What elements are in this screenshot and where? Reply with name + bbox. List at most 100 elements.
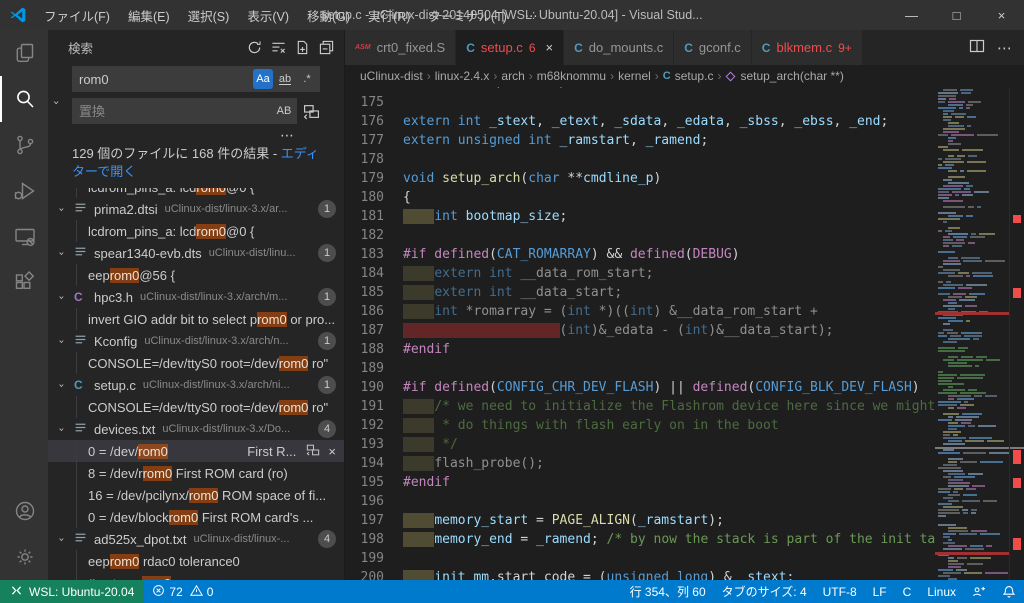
search-match-row[interactable]: # cat eeprom0 [48,572,344,580]
minimize-button[interactable]: — [889,0,934,30]
window-controls: — □ × [889,0,1024,30]
match-highlight: rom0 [189,488,219,503]
chevron-down-icon[interactable]: › [58,204,74,215]
whole-word-toggle[interactable]: ab [275,69,295,89]
activity-settings-icon[interactable] [0,534,48,580]
breadcrumb-item[interactable]: linux-2.4.x [435,69,490,83]
breadcrumb-item[interactable]: setup_arch(char **) [725,69,843,83]
clear-search-results-icon[interactable] [271,40,286,55]
close-button[interactable]: × [979,0,1024,30]
regex-toggle[interactable]: .* [297,69,317,89]
code-line-text: flash_probe(); [403,454,935,473]
code-line-text: (int)&_edata - (int)&__data_start); [403,321,935,340]
search-match-row[interactable]: lcdrom_pins_a: lcdrom0@0 { [48,220,344,242]
refresh-icon[interactable] [247,40,262,55]
menu-v[interactable]: 表示(V) [238,0,298,30]
search-match-row[interactable]: 8 = /dev/rrom0 First ROM card (ro) [48,462,344,484]
status-language-mode[interactable]: C [895,585,920,599]
activity-remote-explorer-icon[interactable] [0,214,48,260]
file-icon [74,421,94,437]
match-case-toggle[interactable]: Aa [253,69,273,89]
replace-match-icon[interactable] [306,443,320,460]
search-match-row[interactable]: CONSOLE=/dev/ttyS0 root=/dev/rom0 ro" [48,352,344,374]
minimap[interactable] [935,87,1009,580]
tab-blkmem-c[interactable]: Cblkmem.c9+ [752,30,863,65]
remote-indicator[interactable]: WSL: Ubuntu-20.04 [0,580,144,603]
breadcrumb-item[interactable]: kernel [618,69,651,83]
chevron-down-icon[interactable]: › [58,248,74,259]
status-eol[interactable]: LF [865,585,895,599]
status-encoding[interactable]: UTF-8 [815,585,865,599]
breadcrumb-item[interactable]: Csetup.c [663,69,714,83]
activity-explorer-icon[interactable] [0,30,48,76]
open-new-search-editor-icon[interactable] [295,40,310,55]
search-result-file-row[interactable]: ›Csetup.cuClinux-dist/linux-3.x/arch/ni.… [48,374,344,396]
search-result-file-row[interactable]: ›devices.txtuClinux-dist/linux-3.x/Do...… [48,418,344,440]
search-match-row[interactable]: 0 = /dev/blockrom0 First ROM card's ... [48,506,344,528]
replace-all-button[interactable] [303,103,320,120]
menu-e[interactable]: 編集(E) [119,0,179,30]
breadcrumb-separator: › [427,69,431,83]
chevron-down-icon[interactable]: › [58,534,74,545]
feedback-icon[interactable] [964,585,994,599]
activity-search-icon[interactable] [0,76,48,122]
search-match-row[interactable]: eeprom0@56 { [48,264,344,286]
breadcrumb-item[interactable]: uClinux-dist [360,69,423,83]
breadcrumb-item[interactable]: arch [501,69,524,83]
minimap-cursor-line [935,447,1009,449]
tab-setup-c[interactable]: Csetup.c6× [456,30,564,65]
ruler-cursor-line [1010,447,1024,449]
maximize-button[interactable]: □ [934,0,979,30]
activity-extensions-icon[interactable] [0,260,48,306]
code-editor[interactable]: 174 /* ... */175176extern int _stext, _e… [345,87,935,580]
search-match-row[interactable]: CONSOLE=/dev/ttyS0 root=/dev/rom0 ro" [48,396,344,418]
dismiss-match-icon[interactable]: × [328,444,336,459]
code-line-text: extern int __data_start; [403,283,935,302]
code-line-text: memory_start = PAGE_ALIGN(_ramstart); [403,511,935,530]
chevron-down-icon[interactable]: › [58,292,74,303]
search-result-file-row[interactable]: ›ad525x_dpot.txtuClinux-dist/linux-...4 [48,528,344,550]
status-line-col[interactable]: 行 354、列 60 [622,583,714,600]
notifications-bell-icon[interactable] [994,585,1024,599]
status-tab-size[interactable]: タブのサイズ: 4 [714,583,815,600]
status-remote-os[interactable]: Linux [919,585,964,599]
split-editor-icon[interactable] [969,38,985,57]
search-result-file-row[interactable]: ›KconfiguClinux-dist/linux-3.x/arch/n...… [48,330,344,352]
chevron-down-icon[interactable]: › [58,380,74,391]
search-match-row[interactable]: 0 = /dev/rom0First R...× [48,440,344,462]
tab-gconf-c[interactable]: Cgconf.c [674,30,752,65]
search-match-row[interactable]: 16 = /dev/pcilynx/rom0 ROM space of fi..… [48,484,344,506]
tab-do_mounts-c[interactable]: Cdo_mounts.c [564,30,674,65]
search-input-box[interactable]: Aa ab .* [72,66,320,92]
chevron-down-icon[interactable]: › [58,336,74,347]
search-match-row[interactable]: lcdrom_pins_a: lcdrom0@0 { [48,188,344,198]
more-actions-icon[interactable]: ⋯ [997,39,1012,57]
match-highlight: rom0 [110,268,140,283]
search-match-row[interactable]: invert GIO addr bit to select prom0 or p… [48,308,344,330]
replace-input[interactable] [79,104,272,119]
match-text: 0 = /dev/rom0 [88,444,168,459]
replace-input-box[interactable]: AB [72,98,297,124]
match-text: CONSOLE=/dev/ttyS0 root=/dev/rom0 ro" [88,356,328,371]
toggle-search-details[interactable]: ⋯ [72,130,320,142]
breadcrumb-item[interactable]: m68knommu [537,69,606,83]
menu-f[interactable]: ファイル(F) [35,0,119,30]
overview-ruler[interactable] [1009,87,1024,580]
chevron-down-icon[interactable]: › [58,424,74,435]
search-result-file-row[interactable]: ›spear1340-evb.dtsuClinux-dist/linu...1 [48,242,344,264]
toggle-replace-chevron-icon[interactable]: › [53,96,60,109]
tab-close-icon[interactable]: × [546,40,554,55]
search-input[interactable] [79,72,251,87]
menu-s[interactable]: 選択(S) [179,0,239,30]
c-file-icon: C [663,70,671,82]
activity-accounts-icon[interactable] [0,488,48,534]
preserve-case-toggle[interactable]: AB [274,101,294,121]
search-match-row[interactable]: eeprom0 rdac0 tolerance0 [48,550,344,572]
activity-source-control-icon[interactable] [0,122,48,168]
activity-run-debug-icon[interactable] [0,168,48,214]
collapse-all-icon[interactable] [319,40,334,55]
search-result-file-row[interactable]: ›Chpc3.huClinux-dist/linux-3.x/arch/m...… [48,286,344,308]
tab-crt0_fixed-S[interactable]: ASMcrt0_fixed.S [345,30,456,65]
problems-indicator[interactable]: 72 0 [144,584,221,600]
search-result-file-row[interactable]: ›prima2.dtsiuClinux-dist/linux-3.x/ar...… [48,198,344,220]
